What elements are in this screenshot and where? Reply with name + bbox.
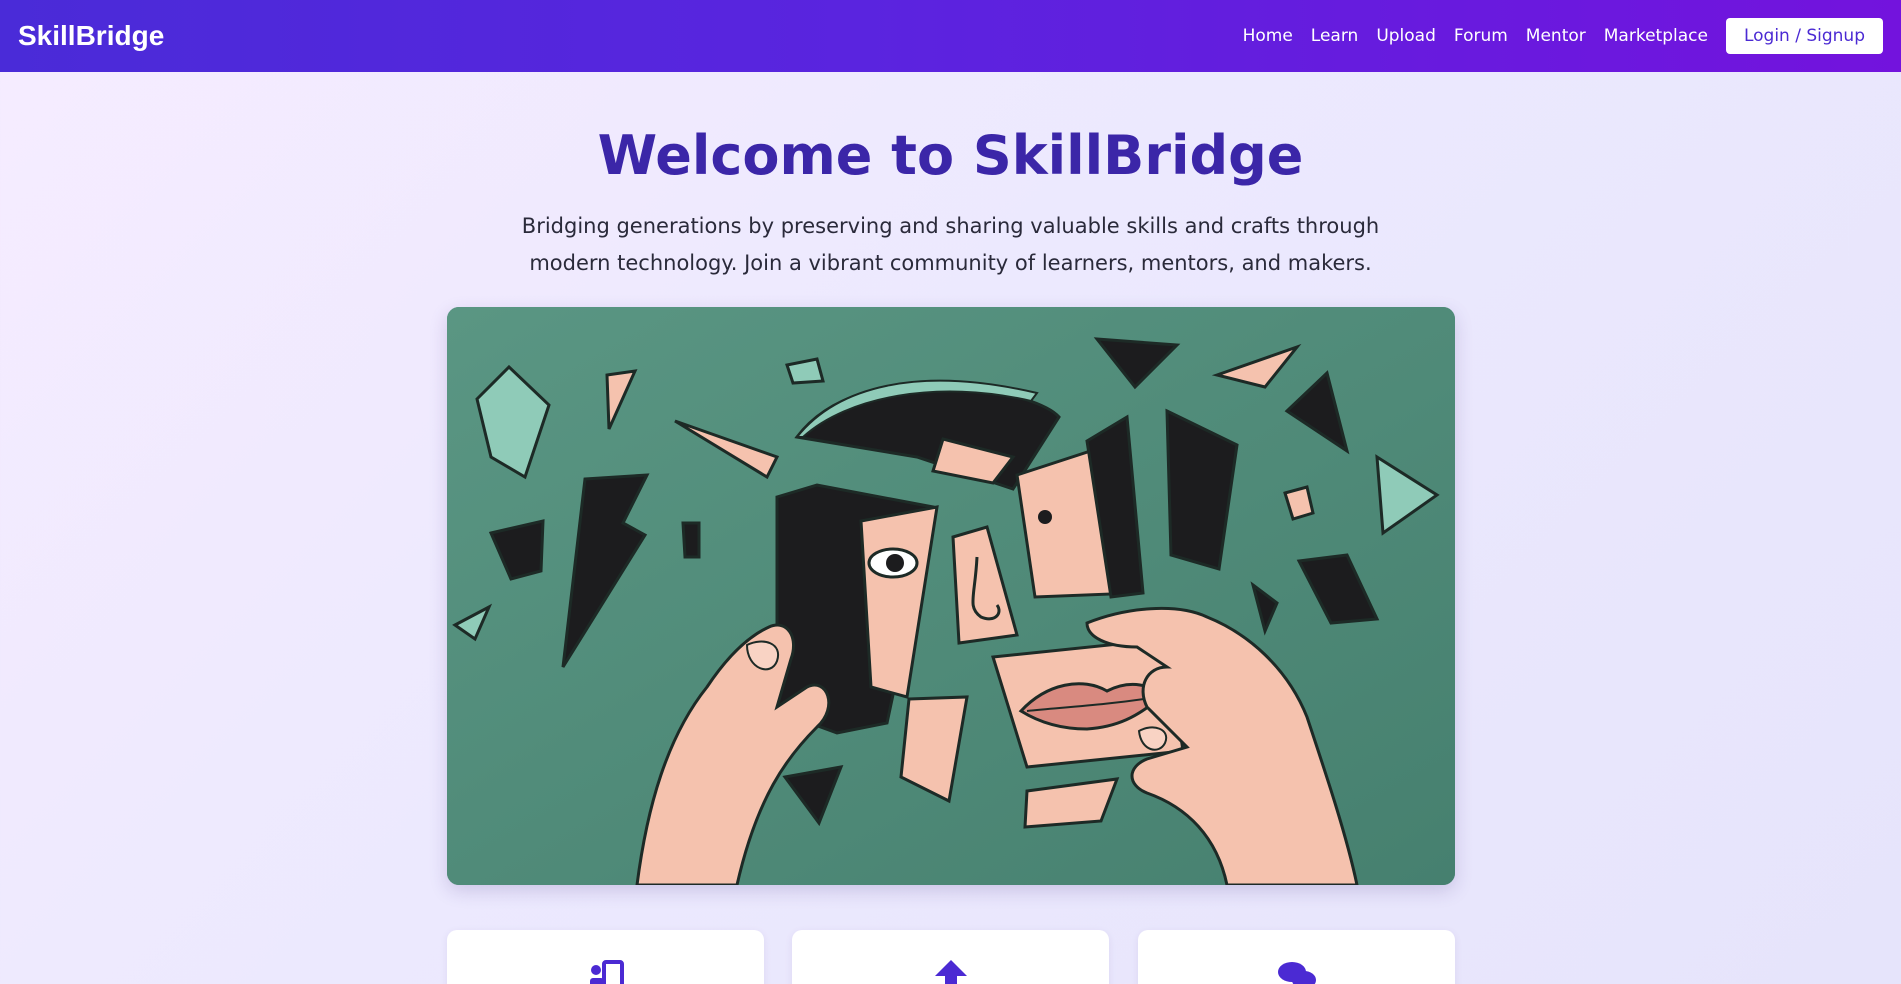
login-signup-button[interactable]: Login / Signup: [1725, 18, 1883, 54]
feature-card-forum[interactable]: [1138, 930, 1455, 984]
forum-chat-icon: [1277, 962, 1316, 984]
hero-illustration: [447, 307, 1455, 885]
nav-link-marketplace[interactable]: Marketplace: [1604, 26, 1708, 46]
hero-subtitle: Bridging generations by preserving and s…: [521, 214, 1380, 275]
feature-cards: [447, 930, 1455, 984]
nav-link-upload[interactable]: Upload: [1376, 26, 1436, 46]
top-navbar: SkillBridge Home Learn Upload Forum Ment…: [0, 0, 1901, 72]
feature-card-learn[interactable]: [447, 930, 764, 984]
feature-card-upload[interactable]: [792, 930, 1109, 984]
nav-links: Home Learn Upload Forum Mentor Marketpla…: [1243, 0, 1883, 72]
brand-logo[interactable]: SkillBridge: [18, 19, 164, 53]
nav-link-forum[interactable]: Forum: [1454, 26, 1508, 46]
learn-icon: [589, 960, 624, 984]
nav-link-mentor[interactable]: Mentor: [1526, 26, 1586, 46]
nav-link-learn[interactable]: Learn: [1311, 26, 1359, 46]
nav-link-home[interactable]: Home: [1243, 26, 1293, 46]
shattered-face-collage-icon: [447, 307, 1455, 885]
upload-arrow-icon: [934, 960, 967, 984]
hero-title: Welcome to SkillBridge: [597, 124, 1304, 187]
